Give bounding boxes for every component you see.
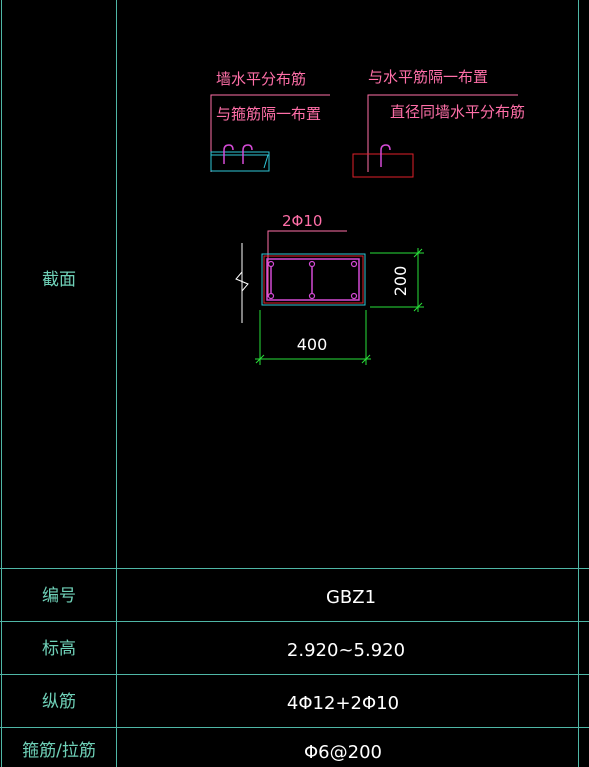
rebar-callout-leader bbox=[267, 230, 347, 297]
cad-drawing-canvas: 截面 编号 标高 纵筋 箍筋/拉筋 GBZ1 2.920~5.920 4Φ12+… bbox=[0, 0, 589, 767]
column-section bbox=[261, 253, 366, 306]
row-label-elevation: 标高 bbox=[42, 639, 76, 659]
dim-width-text: 400 bbox=[297, 335, 328, 354]
row-label-longitudinal-rebar: 纵筋 bbox=[42, 692, 76, 712]
row-value-longitudinal-rebar: 4Φ12+2Φ10 bbox=[287, 693, 399, 714]
note-left-tick bbox=[263, 154, 269, 169]
note-right: 与水平筋隔一布置 直径同墙水平分布筋 bbox=[352, 68, 525, 178]
note-left-line2: 与箍筋隔一布置 bbox=[216, 105, 321, 123]
rebar-callout-text: 2Φ10 bbox=[282, 212, 322, 230]
wall-break bbox=[235, 243, 249, 323]
rebar-bar bbox=[350, 260, 358, 268]
rebar-bar bbox=[350, 292, 358, 300]
rebar-bar bbox=[267, 260, 275, 268]
row-label-stirrup: 箍筋/拉筋 bbox=[22, 741, 96, 761]
rebar-bar bbox=[308, 260, 316, 268]
row-value-stirrup: Φ6@200 bbox=[304, 742, 382, 763]
note-right-line2: 直径同墙水平分布筋 bbox=[390, 103, 525, 121]
note-right-line1: 与水平筋隔一布置 bbox=[368, 68, 488, 86]
note-right-hook bbox=[380, 144, 391, 167]
dim-height-text: 200 bbox=[391, 266, 410, 297]
table-labels: 截面 编号 标高 纵筋 箍筋/拉筋 bbox=[22, 270, 96, 761]
note-right-wall-strip bbox=[352, 153, 414, 178]
rebar-bar bbox=[308, 292, 316, 300]
column-inner-line bbox=[263, 255, 364, 304]
note-left: 墙水平分布筋 与箍筋隔一布置 bbox=[210, 70, 330, 172]
row-label-id: 编号 bbox=[42, 586, 76, 606]
note-left-line1: 墙水平分布筋 bbox=[216, 70, 306, 88]
row-value-elevation: 2.920~5.920 bbox=[287, 640, 405, 661]
rebar-bar bbox=[267, 292, 275, 300]
section-drawing: 墙水平分布筋 与箍筋隔一布置 与水平筋隔一布置 直径同墙水平分布筋 2Φ10 4… bbox=[210, 68, 525, 365]
row-label-section: 截面 bbox=[42, 270, 76, 290]
row-value-id: GBZ1 bbox=[326, 587, 376, 608]
